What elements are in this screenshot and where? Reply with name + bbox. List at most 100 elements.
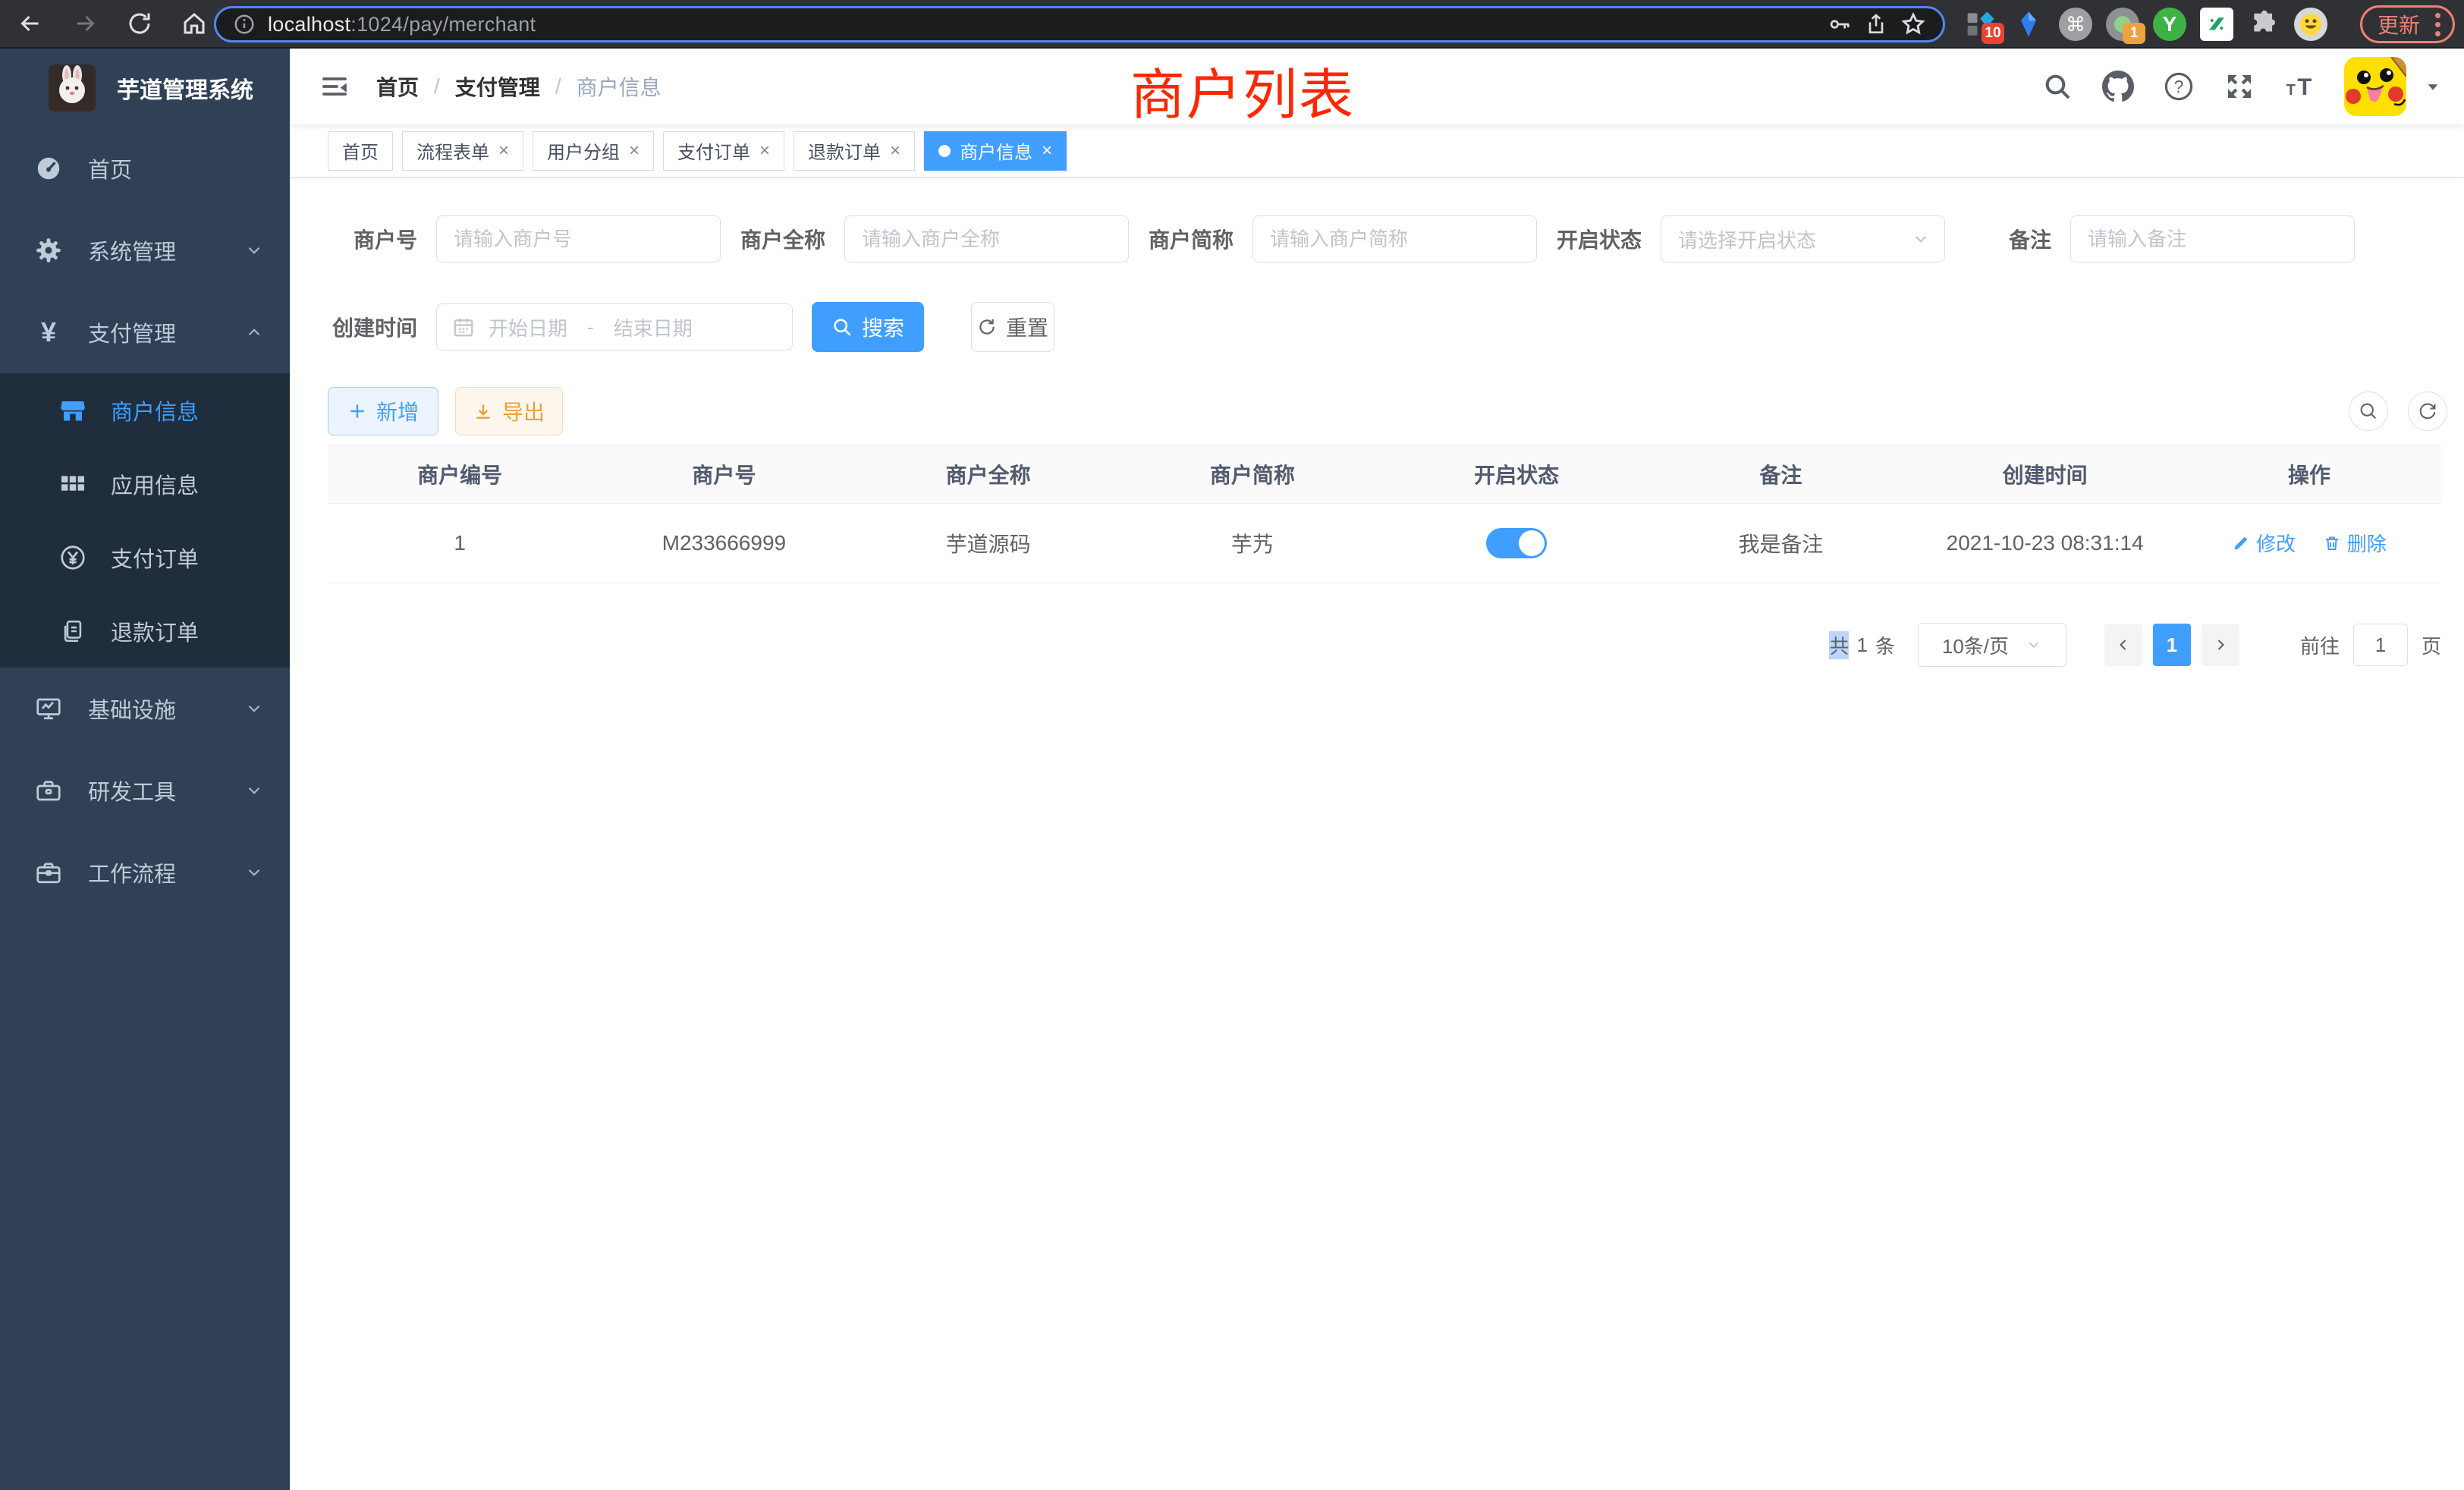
toolbox-icon: [33, 777, 64, 804]
password-key-icon[interactable]: [1828, 12, 1852, 36]
query-form-row-2: 创建时间 开始日期 - 结束日期 搜索 重置: [290, 302, 2464, 352]
sidebar-item-refund-order[interactable]: 退款订单: [0, 594, 290, 668]
app-logo[interactable]: 芋道管理系统: [0, 49, 290, 127]
edit-link[interactable]: 修改: [2232, 529, 2296, 557]
chevron-down-icon: [244, 240, 264, 260]
status-toggle[interactable]: [1486, 528, 1547, 558]
sidebar-item-label: 基础设施: [88, 693, 176, 725]
sidebar-item-home[interactable]: 首页: [0, 127, 290, 209]
close-icon[interactable]: ×: [629, 142, 640, 160]
fullscreen-icon[interactable]: [2223, 70, 2256, 103]
github-icon[interactable]: [2101, 70, 2135, 103]
sidebar-item-infra[interactable]: 基础设施: [0, 668, 290, 750]
close-icon[interactable]: ×: [759, 142, 770, 160]
full-name-label: 商户全称: [736, 224, 825, 254]
prev-page-button[interactable]: [2104, 624, 2142, 666]
tab-process-form[interactable]: 流程表单×: [402, 131, 523, 171]
search-button[interactable]: 搜索: [812, 302, 924, 352]
sidebar-item-workflow[interactable]: 工作流程: [0, 831, 290, 913]
tab-user-group[interactable]: 用户分组×: [533, 131, 654, 171]
reset-button[interactable]: 重置: [971, 302, 1054, 352]
pagination: 共 1 条 10条/页 1 前往 页: [290, 623, 2464, 667]
table-header: 商户编号 商户号 商户全称 商户简称 开启状态 备注 创建时间 操作: [328, 445, 2441, 504]
header-search-icon[interactable]: [2041, 70, 2074, 103]
col-merchant-no: 商户号: [592, 459, 856, 489]
start-date-placeholder: 开始日期: [489, 313, 567, 341]
short-name-label: 商户简称: [1144, 224, 1234, 254]
avatar: [2344, 57, 2406, 116]
page-info-icon[interactable]: [233, 13, 256, 36]
query-form-row-1: 商户号 商户全称 商户简称 开启状态 请选择开启状态 备注: [290, 215, 2464, 262]
browser-forward-icon[interactable]: [71, 10, 99, 37]
remark-label: 备注: [2006, 224, 2051, 254]
sidebar-toggle-icon[interactable]: [319, 71, 350, 102]
hide-search-button[interactable]: [2349, 391, 2388, 431]
close-icon[interactable]: ×: [498, 142, 509, 160]
page-size-select[interactable]: 10条/页: [1918, 623, 2066, 667]
extensions-puzzle-icon[interactable]: [2246, 6, 2282, 42]
tags-view-bar: 首页 流程表单× 用户分组× 支付订单× 退款订单× 商户信息×: [290, 124, 2464, 178]
payment-submenu: 商户信息 应用信息 支付订单 退款订单: [0, 373, 290, 668]
delete-link[interactable]: 删除: [2323, 529, 2387, 557]
sidebar-item-merchant-info[interactable]: 商户信息: [0, 373, 290, 447]
close-icon[interactable]: ×: [890, 142, 900, 160]
browser-home-icon[interactable]: [181, 10, 208, 37]
tab-pay-order[interactable]: 支付订单×: [663, 131, 784, 171]
font-size-icon[interactable]: TT: [2283, 70, 2317, 103]
document-icon: [58, 618, 88, 644]
extension-gem-grid-icon[interactable]: 10: [1963, 6, 2000, 42]
pagination-goto: 前往 页: [2300, 624, 2441, 666]
refresh-table-button[interactable]: [2408, 391, 2447, 431]
close-icon[interactable]: ×: [1042, 142, 1052, 160]
tab-home[interactable]: 首页: [328, 131, 393, 171]
url-bar[interactable]: localhost:1024/pay/merchant: [214, 6, 1945, 42]
date-range-picker[interactable]: 开始日期 - 结束日期: [436, 303, 793, 350]
status-select[interactable]: 请选择开启状态: [1661, 215, 1945, 262]
merchant-no-input[interactable]: [436, 215, 721, 262]
page-number-1[interactable]: 1: [2153, 624, 2191, 666]
merchant-table: 商户编号 商户号 商户全称 商户简称 开启状态 备注 创建时间 操作 1 M23…: [328, 445, 2441, 583]
table-row: 1 M233666999 芋道源码 芋艿 我是备注 2021-10-23 08:…: [328, 504, 2441, 583]
page-navbar: 首页 / 支付管理 / 商户信息 商户列表 ? TT: [290, 49, 2464, 124]
chevron-up-icon: [244, 322, 264, 342]
tab-refund-order[interactable]: 退款订单×: [794, 131, 915, 171]
next-page-button[interactable]: [2202, 624, 2239, 666]
browser-back-icon[interactable]: [17, 10, 44, 37]
sidebar-item-payment[interactable]: ¥ 支付管理: [0, 291, 290, 373]
dashboard-icon: [33, 155, 64, 182]
breadcrumb-home[interactable]: 首页: [376, 71, 419, 102]
table-toolbar: 新增 导出: [290, 387, 2464, 435]
sidebar-item-system[interactable]: 系统管理: [0, 209, 290, 291]
chevron-left-icon: [2114, 636, 2132, 654]
caret-down-icon: [2425, 78, 2441, 95]
extension-blue-gem-icon[interactable]: [2010, 6, 2047, 42]
profile-emoji-avatar[interactable]: [2293, 6, 2329, 42]
browser-menu-icon[interactable]: [2435, 13, 2440, 36]
full-name-input[interactable]: [844, 215, 1129, 262]
breadcrumb-payment[interactable]: 支付管理: [455, 71, 540, 102]
user-avatar-menu[interactable]: [2344, 57, 2441, 116]
short-name-input[interactable]: [1252, 215, 1537, 262]
add-button[interactable]: 新增: [328, 387, 438, 435]
help-icon[interactable]: ?: [2162, 70, 2195, 103]
share-icon[interactable]: [1864, 12, 1888, 36]
tab-merchant-info[interactable]: 商户信息×: [924, 131, 1067, 171]
extension-flag-icon[interactable]: [2198, 6, 2235, 42]
extension-y-icon[interactable]: Y: [2151, 6, 2188, 42]
extension-command-icon[interactable]: ⌘: [2057, 6, 2094, 42]
update-button[interactable]: 更新: [2360, 5, 2455, 43]
bookmark-star-icon[interactable]: [1900, 11, 1926, 37]
extension-badge: 1: [2123, 23, 2145, 44]
status-label: 开启状态: [1552, 224, 1642, 254]
sidebar-item-app-info[interactable]: 应用信息: [0, 447, 290, 520]
goto-page-input[interactable]: [2353, 624, 2408, 666]
sidebar-item-label: 首页: [88, 152, 132, 184]
browser-reload-icon[interactable]: [126, 10, 153, 37]
sidebar-item-pay-order[interactable]: 支付订单: [0, 520, 290, 594]
remark-input[interactable]: [2070, 215, 2355, 262]
sidebar-item-dev-tools[interactable]: 研发工具: [0, 750, 290, 831]
svg-text:T: T: [2286, 82, 2296, 99]
sidebar-item-label: 系统管理: [88, 234, 176, 266]
export-button[interactable]: 导出: [455, 387, 563, 435]
extension-recorder-icon[interactable]: 1: [2104, 6, 2141, 42]
